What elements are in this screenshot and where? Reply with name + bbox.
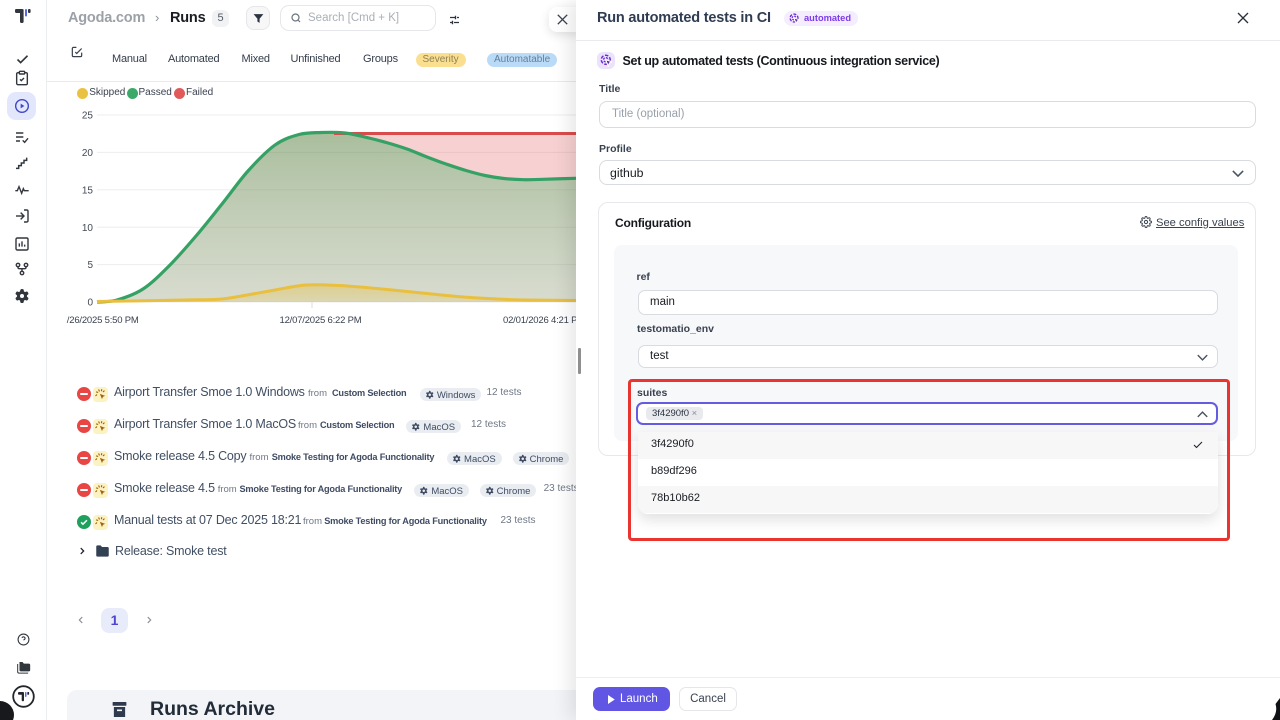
svg-text:15: 15 xyxy=(82,185,94,196)
svg-text:10: 10 xyxy=(82,223,94,234)
svg-text:0: 0 xyxy=(87,298,93,309)
svg-text:20: 20 xyxy=(82,148,94,159)
svg-text:25: 25 xyxy=(82,111,94,122)
svg-text:5: 5 xyxy=(87,260,93,271)
